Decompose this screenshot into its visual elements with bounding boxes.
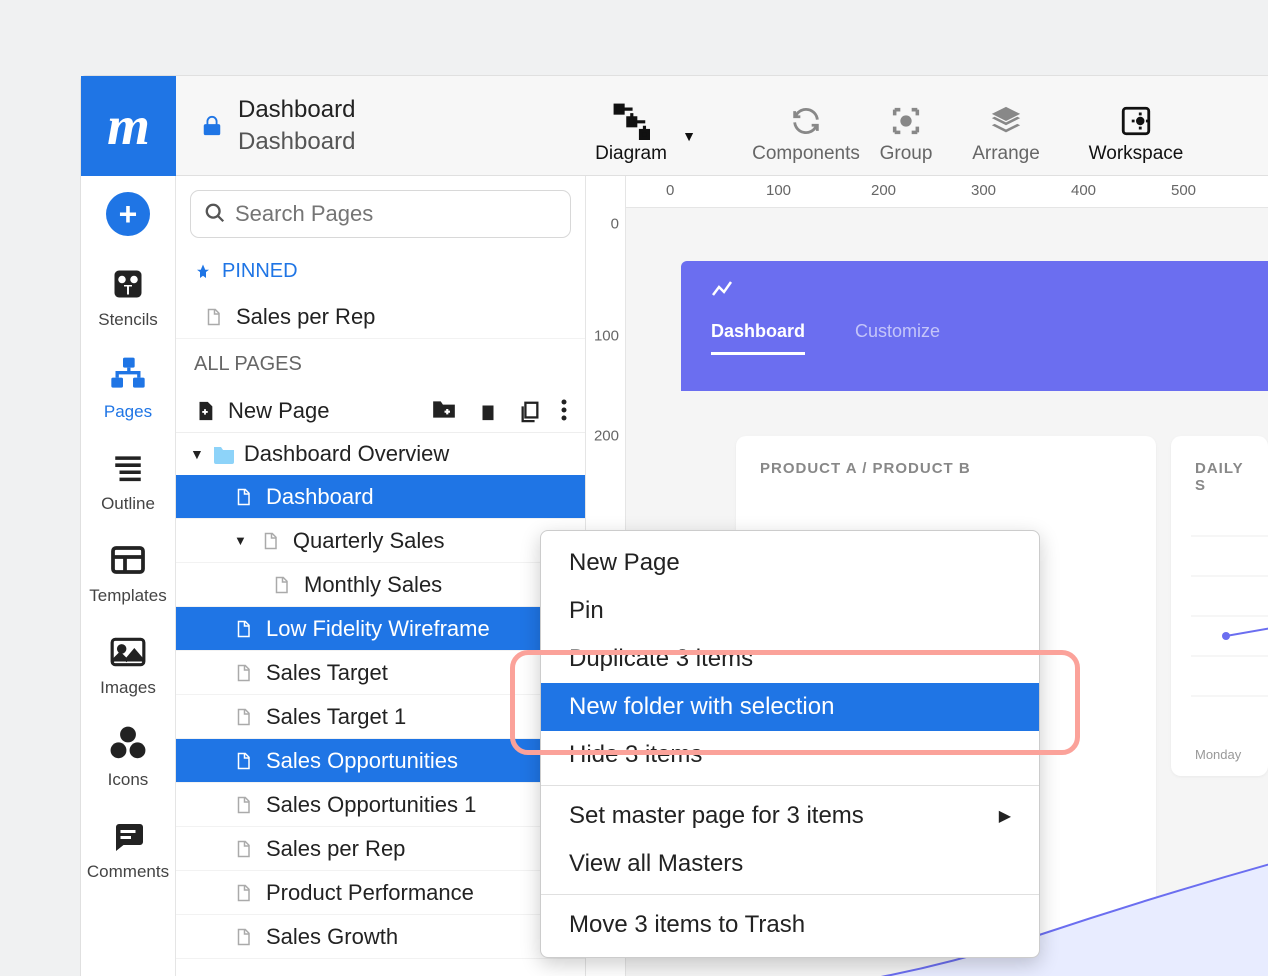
layers-icon (989, 98, 1023, 143)
file-icon (272, 574, 294, 596)
comments-icon (110, 816, 146, 856)
page-item[interactable]: Sales Target (176, 651, 585, 695)
page-item[interactable]: Sales Opportunities (176, 739, 585, 783)
lock-icon (201, 113, 223, 139)
rail-pages[interactable]: Pages (104, 350, 152, 428)
file-icon (234, 926, 256, 948)
context-menu: New Page Pin Duplicate 3 items New folde… (540, 530, 1040, 958)
page-item[interactable]: Sales Opportunities 1 (176, 783, 585, 827)
trash-icon[interactable] (477, 398, 499, 424)
menu-separator (541, 785, 1039, 786)
ctx-new-page[interactable]: New Page (541, 539, 1039, 587)
folder-icon (212, 444, 236, 464)
page-item[interactable]: ▼Quarterly Sales (176, 519, 585, 563)
group-icon (889, 98, 923, 143)
chevron-down-icon: ▼ (190, 446, 204, 462)
ctx-set-master[interactable]: Set master page for 3 items ▶ (541, 792, 1039, 840)
more-icon[interactable] (561, 398, 567, 424)
folder-dashboard-overview[interactable]: ▼ Dashboard Overview (176, 433, 585, 475)
file-icon (234, 882, 256, 904)
pages-icon (108, 356, 148, 396)
all-pages-header: ALL PAGES (176, 339, 585, 390)
icons-icon (109, 724, 147, 764)
workspace-button[interactable]: Workspace (1086, 98, 1186, 165)
mockup-header-bar: Dashboard Customize (681, 261, 1268, 391)
svg-text:T: T (124, 283, 133, 298)
ctx-hide[interactable]: Hide 3 items (541, 731, 1039, 779)
pinned-page-item[interactable]: Sales per Rep (176, 295, 585, 339)
dropdown-caret-icon[interactable]: ▼ (682, 128, 696, 144)
diagram-icon (612, 98, 650, 143)
images-icon (109, 632, 147, 672)
ctx-trash[interactable]: Move 3 items to Trash (541, 901, 1039, 949)
rail-images[interactable]: Images (100, 626, 156, 704)
chevron-right-icon: ▶ (999, 806, 1011, 826)
ctx-new-folder-selection[interactable]: New folder with selection (541, 683, 1039, 731)
templates-icon (110, 540, 146, 580)
page-item[interactable]: Sales Target 1 (176, 695, 585, 739)
rail-templates[interactable]: Templates (89, 534, 166, 612)
card-daily-sales: DAILY S Monday (1171, 436, 1268, 776)
search-icon (204, 202, 226, 224)
new-folder-icon[interactable] (431, 398, 457, 424)
file-icon (234, 838, 256, 860)
rail-comments[interactable]: Comments (87, 810, 169, 888)
chart-day-label: Monday (1195, 747, 1241, 762)
new-page-button[interactable]: New Page (194, 398, 330, 424)
outline-icon (111, 448, 145, 488)
chevron-down-icon: ▼ (234, 533, 247, 548)
refresh-icon (789, 98, 823, 143)
file-icon (234, 662, 256, 684)
doc-subtitle[interactable]: Dashboard (238, 126, 355, 157)
file-icon (261, 530, 283, 552)
pinned-section: PINNED (176, 248, 585, 295)
file-icon (234, 618, 256, 640)
arrange-button[interactable]: Arrange (956, 98, 1056, 165)
file-icon (234, 750, 256, 772)
search-input[interactable] (190, 190, 571, 238)
ctx-pin[interactable]: Pin (541, 587, 1039, 635)
file-icon (234, 486, 256, 508)
app-logo[interactable]: m (81, 76, 176, 176)
ctx-duplicate[interactable]: Duplicate 3 items (541, 635, 1039, 683)
new-page-icon (194, 398, 216, 424)
page-item[interactable]: Sales per Rep (176, 827, 585, 871)
page-item[interactable]: Monthly Sales (176, 563, 585, 607)
rail-stencils[interactable]: T Stencils (98, 258, 158, 336)
rail-outline[interactable]: Outline (101, 442, 155, 520)
file-icon (234, 794, 256, 816)
page-item[interactable]: Dashboard (176, 475, 585, 519)
duplicate-icon[interactable] (519, 398, 541, 424)
mockup-tab-dashboard[interactable]: Dashboard (711, 321, 805, 355)
ruler-horizontal: 0 100 200 300 400 500 (626, 176, 1268, 208)
file-icon (204, 306, 226, 328)
doc-title[interactable]: Dashboard (238, 94, 355, 125)
file-icon (234, 706, 256, 728)
page-item[interactable]: Low Fidelity Wireframe (176, 607, 585, 651)
page-item[interactable]: Product Performance (176, 871, 585, 915)
page-item[interactable]: Sales Growth (176, 915, 585, 959)
components-button[interactable]: Components (756, 98, 856, 165)
diagram-button[interactable]: Diagram ▼ (576, 98, 686, 165)
add-button[interactable]: + (106, 192, 150, 236)
pin-icon (194, 261, 212, 283)
group-button[interactable]: Group (856, 98, 956, 165)
chart-line-icon (711, 279, 1238, 299)
mockup-tab-customize[interactable]: Customize (855, 321, 940, 355)
stencils-icon: T (110, 264, 146, 304)
menu-separator (541, 894, 1039, 895)
workspace-icon (1119, 98, 1153, 143)
rail-icons[interactable]: Icons (108, 718, 149, 796)
ctx-view-masters[interactable]: View all Masters (541, 840, 1039, 888)
